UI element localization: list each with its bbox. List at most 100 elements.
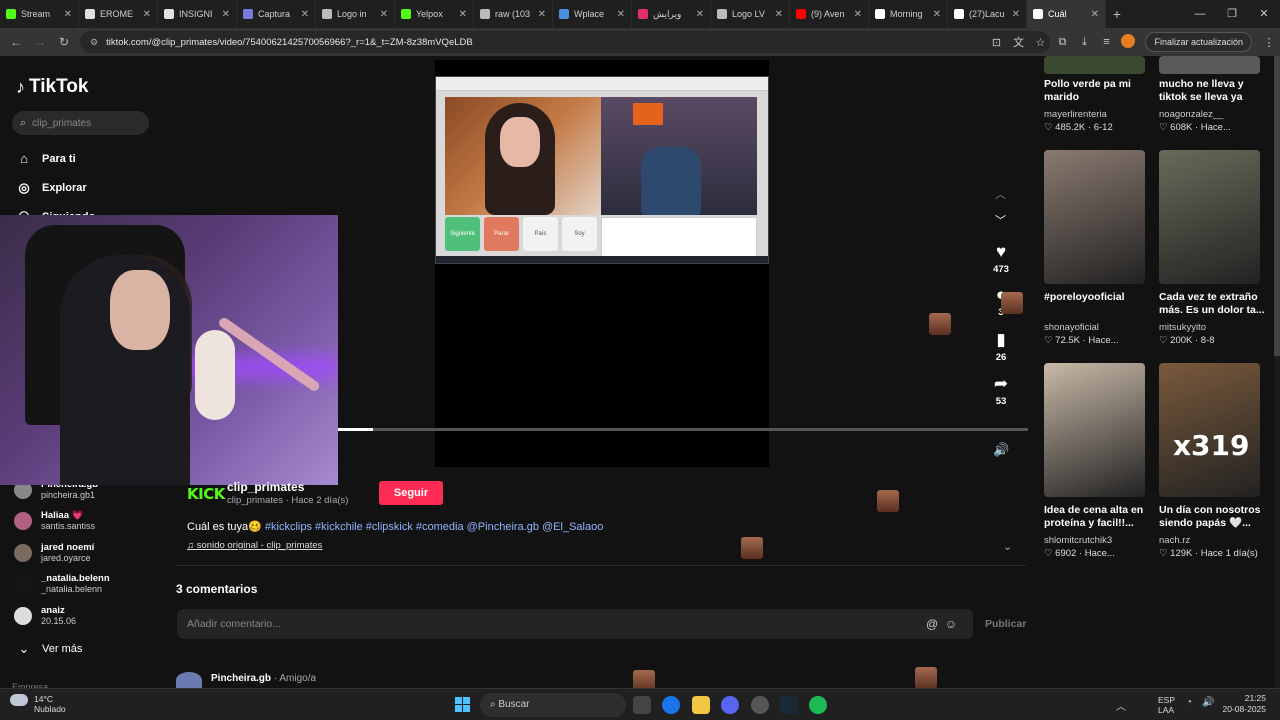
video-card-title[interactable]: mucho ne lleva y tiktok se lleva ya bbox=[1159, 78, 1269, 104]
avatar[interactable] bbox=[176, 672, 202, 688]
video-card-user[interactable]: shonayoficial bbox=[1044, 322, 1099, 333]
taskbar-search[interactable]: ⌕ Buscar bbox=[480, 693, 626, 717]
browser-tab[interactable]: ویرایش ✕ bbox=[632, 0, 711, 28]
tray-chevron-icon[interactable]: ︿ bbox=[1116, 698, 1126, 713]
tiktok-logo[interactable]: ♪ TikTok bbox=[16, 76, 88, 98]
extensions-icon[interactable]: ⧉ bbox=[1051, 36, 1073, 49]
new-tab-icon[interactable]: + bbox=[1106, 6, 1128, 22]
scrollbar-thumb[interactable] bbox=[1274, 56, 1280, 356]
video-thumbnail[interactable] bbox=[1044, 150, 1145, 284]
reload-icon[interactable]: ↻ bbox=[52, 35, 76, 49]
tab-close-icon[interactable]: ✕ bbox=[301, 9, 309, 20]
video-thumbnail[interactable] bbox=[1044, 363, 1145, 497]
install-app-icon[interactable]: ⊡ bbox=[985, 36, 1007, 49]
browser-tab[interactable]: (27)Lacu ✕ bbox=[948, 0, 1027, 28]
share-button[interactable]: ➦ 53 bbox=[985, 374, 1017, 407]
hashtags[interactable]: #kickclips #kickchile #clipskick #comedi… bbox=[265, 521, 603, 533]
tab-close-icon[interactable]: ✕ bbox=[538, 9, 546, 20]
back-icon[interactable]: ← bbox=[4, 35, 28, 49]
tab-close-icon[interactable]: ✕ bbox=[854, 9, 862, 20]
tab-close-icon[interactable]: ✕ bbox=[1091, 9, 1099, 20]
save-button[interactable]: ▮ 26 bbox=[985, 330, 1017, 363]
video-card-title[interactable]: Cada vez te extraño más. Es un dolor ta.… bbox=[1159, 291, 1269, 317]
emoji-icon[interactable]: ☺ bbox=[945, 617, 957, 631]
tab-close-icon[interactable]: ✕ bbox=[143, 9, 151, 20]
browser-tab[interactable]: INSIGNI ✕ bbox=[158, 0, 237, 28]
video-card-title[interactable]: Un día con nosotros siendo papás 🤍... bbox=[1159, 504, 1269, 530]
browser-tab[interactable]: (9) Aven ✕ bbox=[790, 0, 869, 28]
volume-tray-icon[interactable]: 🔊 bbox=[1202, 697, 1214, 708]
media-icon[interactable]: ≡ bbox=[1095, 36, 1117, 48]
tab-close-icon[interactable]: ✕ bbox=[459, 9, 467, 20]
weather-widget[interactable]: 14°C Nublado bbox=[10, 694, 66, 714]
nav-explorar[interactable]: ◎ Explorar bbox=[16, 180, 86, 196]
tab-close-icon[interactable]: ✕ bbox=[696, 9, 704, 20]
update-button[interactable]: Finalizar actualización bbox=[1145, 32, 1252, 52]
video-card-user[interactable]: nach.rz bbox=[1159, 535, 1190, 546]
browser-tab[interactable]: Captura ✕ bbox=[237, 0, 316, 28]
close-window-icon[interactable]: ✕ bbox=[1248, 0, 1280, 28]
task-view-icon[interactable] bbox=[633, 696, 651, 714]
comment-author[interactable]: Pincheira.gb · Amigo/a bbox=[211, 673, 316, 684]
following-item[interactable]: jared noemí jared.oyarce bbox=[14, 542, 164, 564]
tab-close-icon[interactable]: ✕ bbox=[933, 9, 941, 20]
browser-tab[interactable]: EROME ✕ bbox=[79, 0, 158, 28]
see-more-button[interactable]: ⌄ Ver más bbox=[16, 641, 83, 657]
download-icon[interactable]: ⤓ bbox=[1073, 36, 1095, 49]
tab-close-icon[interactable]: ✕ bbox=[380, 9, 388, 20]
forward-icon[interactable]: → bbox=[28, 35, 52, 49]
tab-close-icon[interactable]: ✕ bbox=[775, 9, 783, 20]
video-card-title[interactable]: Idea de cena alta en proteína y facil!!.… bbox=[1044, 504, 1154, 530]
browser-tab[interactable]: Stream ✕ bbox=[0, 0, 79, 28]
network-icon[interactable]: ◔ bbox=[1186, 697, 1192, 708]
discord-icon[interactable] bbox=[721, 696, 739, 714]
video-card-user[interactable]: shlomitcrutchik3 bbox=[1044, 535, 1112, 546]
chrome-icon[interactable] bbox=[662, 696, 680, 714]
video-thumbnail[interactable] bbox=[1159, 150, 1260, 284]
video-card-title[interactable]: #poreloyooficial bbox=[1044, 291, 1154, 304]
following-item[interactable]: Haliaa 💗 santis.santiss bbox=[14, 510, 164, 532]
translate-icon[interactable]: 文 bbox=[1007, 34, 1029, 50]
video-card-user[interactable]: noagonzalez__ bbox=[1159, 109, 1223, 120]
video-progress-bar[interactable] bbox=[338, 428, 1028, 431]
browser-tab[interactable]: Logo in ✕ bbox=[316, 0, 395, 28]
spotify-icon[interactable] bbox=[809, 696, 827, 714]
file-explorer-icon[interactable] bbox=[692, 696, 710, 714]
windows-start-icon[interactable] bbox=[455, 697, 470, 712]
comment-input[interactable]: Añadir comentario... bbox=[177, 609, 973, 639]
chevron-down-icon[interactable]: ﹀ bbox=[995, 212, 1006, 228]
browser-tab[interactable]: Logo LV ✕ bbox=[711, 0, 790, 28]
language-indicator[interactable]: ESP LAA bbox=[1158, 695, 1175, 715]
profile-avatar[interactable] bbox=[1117, 33, 1139, 51]
browser-tab[interactable]: Morning ✕ bbox=[869, 0, 948, 28]
bookmark-star-icon[interactable]: ☆ bbox=[1029, 36, 1051, 49]
obs-icon[interactable] bbox=[751, 696, 769, 714]
volume-icon[interactable]: 🔊 bbox=[993, 442, 1009, 458]
expand-chevron-icon[interactable]: ⌄ bbox=[1003, 540, 1012, 553]
page-scrollbar[interactable] bbox=[1274, 56, 1280, 688]
video-thumbnail[interactable] bbox=[1044, 56, 1145, 74]
video-card-title[interactable]: Pollo verde pa mi marido bbox=[1044, 78, 1154, 104]
sound-link[interactable]: ♫ sonido original - clip_primates bbox=[187, 540, 322, 551]
minimize-icon[interactable]: — bbox=[1184, 0, 1216, 28]
clock[interactable]: 21:25 20-08-2025 bbox=[1223, 693, 1266, 715]
following-item[interactable]: anaiz 20.15.06 bbox=[14, 605, 164, 627]
steam-icon[interactable] bbox=[780, 696, 798, 714]
tab-close-icon[interactable]: ✕ bbox=[617, 9, 625, 20]
address-bar[interactable]: ⚙ tiktok.com/@clip_primates/video/754006… bbox=[80, 31, 1050, 53]
browser-tab[interactable]: Wplace ✕ bbox=[553, 0, 632, 28]
mention-icon[interactable]: @ bbox=[926, 617, 938, 631]
browser-tab[interactable]: raw (103 ✕ bbox=[474, 0, 553, 28]
tab-close-icon[interactable]: ✕ bbox=[222, 9, 230, 20]
browser-tab[interactable]: Cuál ✕ bbox=[1027, 0, 1106, 28]
nav-para-ti[interactable]: ⌂ Para ti bbox=[16, 151, 76, 167]
publish-button[interactable]: Publicar bbox=[985, 618, 1026, 630]
site-info-icon[interactable]: ⚙ bbox=[90, 37, 98, 48]
video-card-user[interactable]: mitsukyyito bbox=[1159, 322, 1206, 333]
tab-close-icon[interactable]: ✕ bbox=[64, 9, 72, 20]
like-button[interactable]: ♥ 473 bbox=[985, 242, 1017, 275]
search-input[interactable]: ⌕ clip_primates bbox=[12, 111, 149, 135]
tab-close-icon[interactable]: ✕ bbox=[1012, 9, 1020, 20]
video-thumbnail[interactable] bbox=[1159, 56, 1260, 74]
follow-button[interactable]: Seguir bbox=[379, 481, 443, 505]
